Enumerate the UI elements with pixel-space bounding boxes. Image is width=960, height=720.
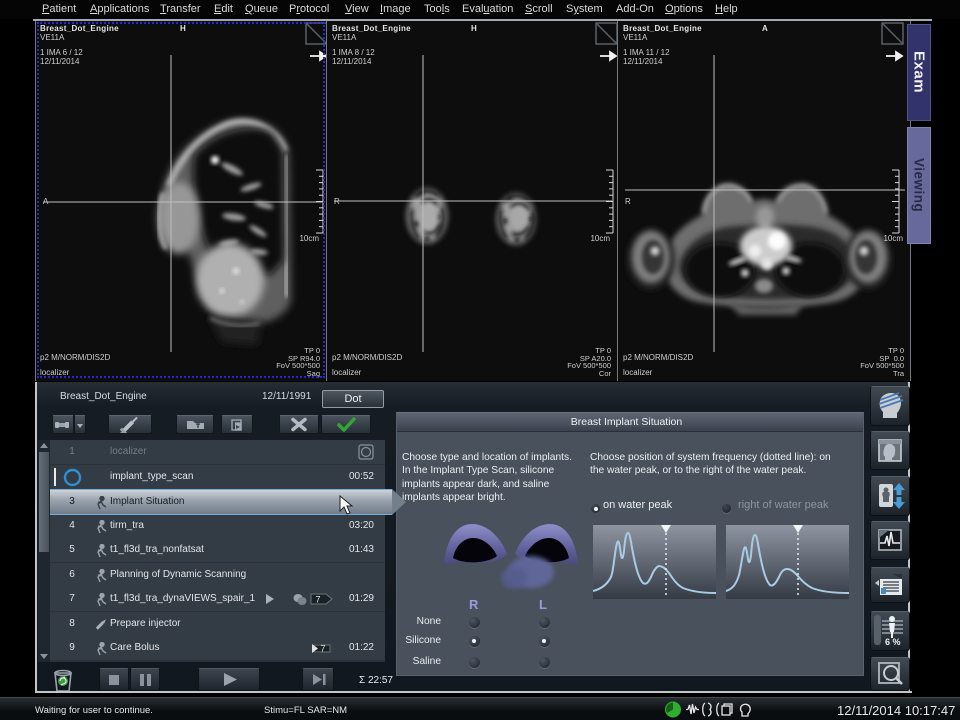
- svg-text:6 %: 6 %: [885, 637, 901, 647]
- svg-text:7: 7: [315, 595, 320, 605]
- svg-text:7: 7: [320, 644, 325, 654]
